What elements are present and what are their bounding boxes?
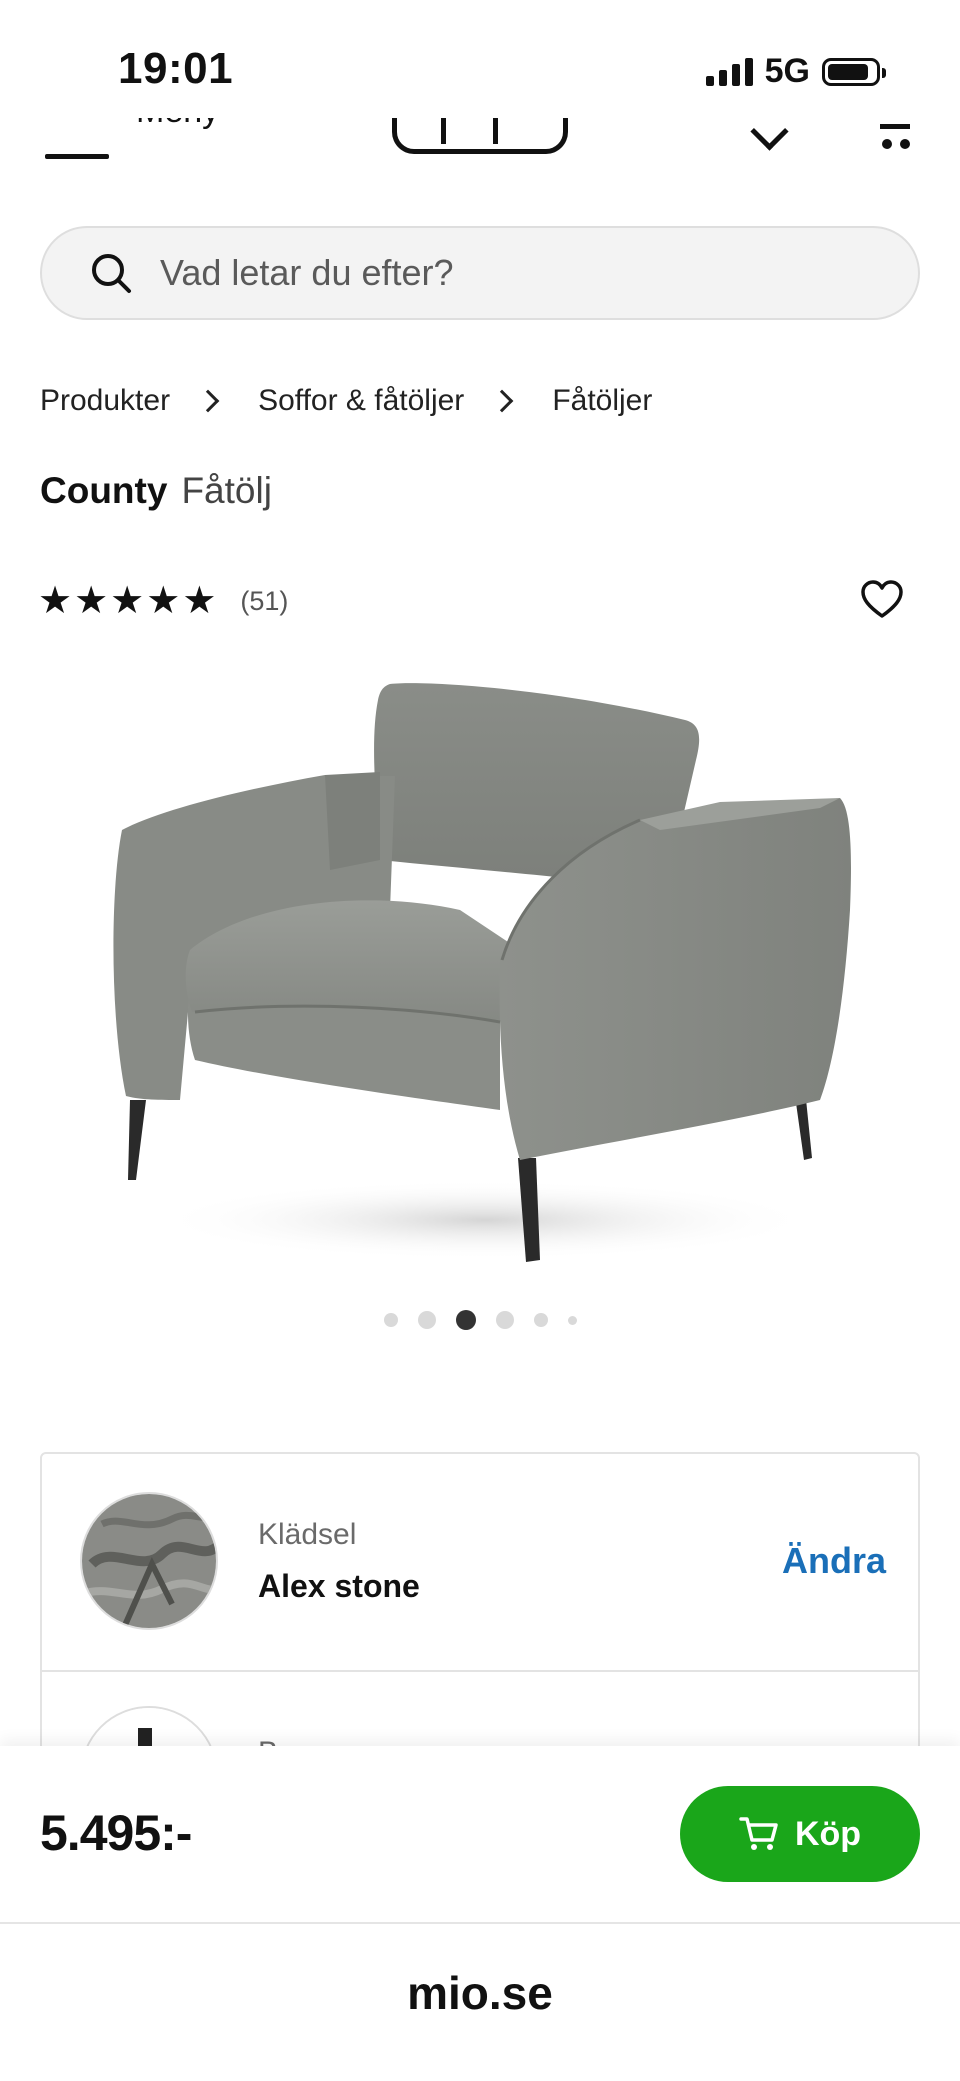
option-label-fabric: Klädsel xyxy=(258,1518,357,1551)
breadcrumb-item-fatoljer[interactable]: Fåtöljer xyxy=(552,384,652,418)
network-type: 5G xyxy=(764,52,810,90)
star-icon: ★ xyxy=(110,580,145,622)
chevron-down-icon[interactable] xyxy=(750,118,789,151)
product-type: Fåtölj xyxy=(181,470,272,511)
buy-label: Köp xyxy=(794,1814,862,1853)
mio-logo[interactable] xyxy=(392,118,568,154)
search-icon xyxy=(92,254,131,293)
carousel-dot[interactable] xyxy=(383,1313,398,1327)
carousel-dots xyxy=(0,1310,960,1330)
rating[interactable]: ★ ★ ★ ★ ★ (51) xyxy=(38,582,288,620)
breadcrumb-item-soffor[interactable]: Soffor & fåtöljer xyxy=(258,384,464,418)
battery-icon xyxy=(822,57,886,86)
carousel-dot[interactable] xyxy=(533,1313,548,1327)
shadow xyxy=(155,1180,815,1260)
top-nav: Meny xyxy=(0,118,960,180)
purchase-bar: 5.495:- Köp xyxy=(0,1746,960,1924)
frame xyxy=(325,772,380,870)
star-icon: ★ xyxy=(182,580,217,622)
carousel-dot-active[interactable] xyxy=(455,1310,476,1330)
product-title: County Fåtölj xyxy=(40,470,272,512)
search-bar[interactable] xyxy=(40,226,920,320)
search-input[interactable] xyxy=(158,251,862,295)
star-icon: ★ xyxy=(74,580,109,622)
buy-button[interactable]: Köp xyxy=(680,1786,920,1882)
status-time: 19:01 xyxy=(118,44,234,93)
heart-icon[interactable] xyxy=(860,580,904,620)
cart-icon[interactable] xyxy=(878,124,912,150)
price: 5.495:- xyxy=(40,1805,192,1861)
chevron-right-icon xyxy=(490,389,514,413)
menu-label[interactable]: Meny xyxy=(136,118,219,131)
product-image[interactable] xyxy=(100,660,870,1280)
leg xyxy=(128,1100,146,1180)
breadcrumb-item-produkter[interactable]: Produkter xyxy=(40,384,170,418)
fabric-swatch[interactable] xyxy=(80,1492,218,1630)
carousel-dot[interactable] xyxy=(567,1315,577,1325)
menu-icon[interactable] xyxy=(45,154,109,159)
option-value-fabric: Alex stone xyxy=(258,1568,420,1604)
review-count[interactable]: (51) xyxy=(240,586,288,617)
browser-url-bar[interactable]: mio.se xyxy=(0,1924,960,2081)
chevron-right-icon xyxy=(196,389,220,413)
options-card: Klädsel Alex stone Ändra B xyxy=(40,1452,920,1772)
star-icon: ★ xyxy=(146,580,181,622)
star-icon: ★ xyxy=(38,580,73,622)
signal-icon xyxy=(705,57,753,86)
url-text[interactable]: mio.se xyxy=(0,1966,960,2020)
carousel-dot[interactable] xyxy=(495,1311,514,1329)
product-brand: County xyxy=(40,470,168,511)
carousel-dot[interactable] xyxy=(417,1311,436,1329)
cart-icon xyxy=(739,1817,778,1850)
change-fabric-button[interactable]: Ändra xyxy=(782,1540,886,1582)
breadcrumb: Produkter Soffor & fåtöljer Fåtöljer xyxy=(40,384,652,418)
divider xyxy=(42,1670,918,1672)
status-indicators: 5G xyxy=(705,52,886,91)
